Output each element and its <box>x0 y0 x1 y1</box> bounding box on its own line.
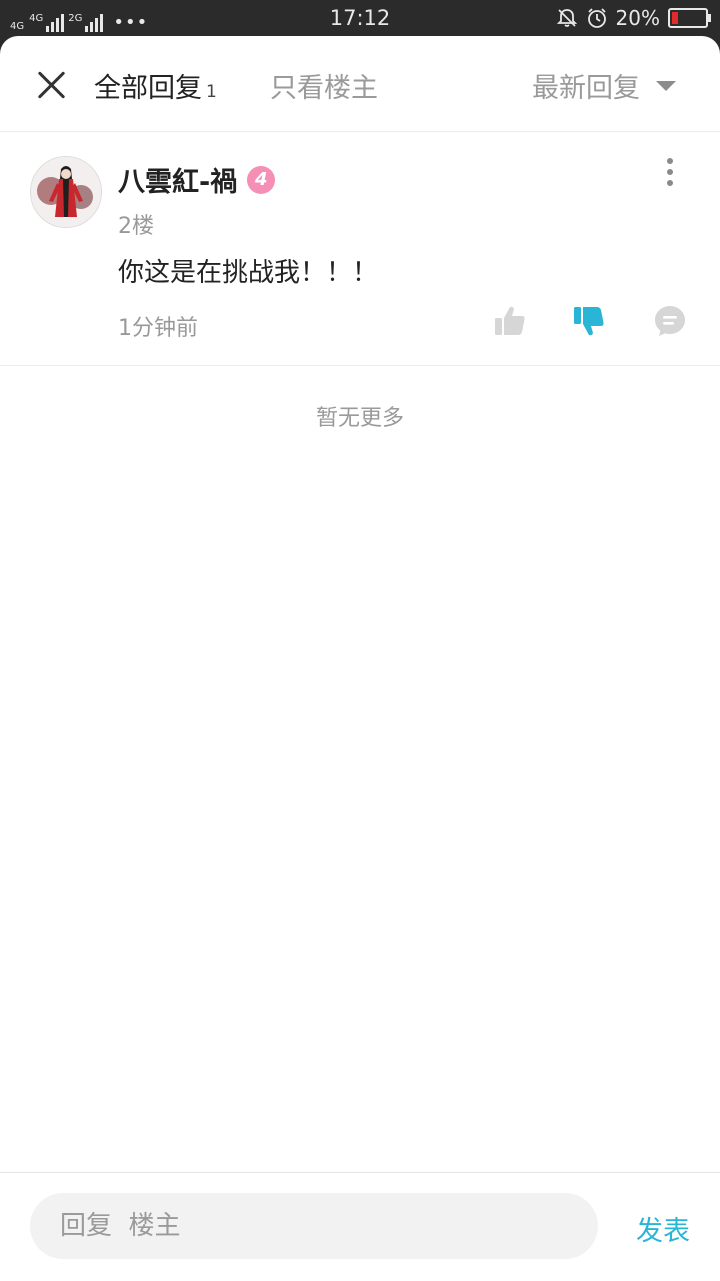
avatar[interactable] <box>30 156 102 228</box>
sheet-header: 全部回复 1 只看楼主 最新回复 <box>0 36 720 132</box>
close-icon[interactable] <box>36 69 68 101</box>
tab-all-label: 全部回复 <box>94 73 202 104</box>
reply-sheet: 全部回复 1 只看楼主 最新回复 八雲紅-禍 4 2楼 你这是在挑战我！！！ 1… <box>0 36 720 1281</box>
avatar-image <box>31 157 101 227</box>
sort-label: 最新回复 <box>532 73 640 104</box>
battery-percent: 20% <box>615 6 660 30</box>
status-bar: 4G 4G 2G ••• 17:12 20% <box>0 0 720 38</box>
comment-text: 你这是在挑战我！！！ <box>118 258 379 288</box>
thumbs-up-icon[interactable] <box>493 304 527 338</box>
floor-number: 2楼 <box>118 214 154 239</box>
tab-owner-only[interactable]: 只看楼主 <box>270 66 378 105</box>
sort-dropdown[interactable]: 最新回复 <box>532 66 676 105</box>
reply-input[interactable] <box>30 1193 598 1259</box>
status-right: 20% <box>556 6 711 30</box>
send-button[interactable]: 发表 <box>636 1209 690 1248</box>
no-more-text: 暂无更多 <box>315 406 404 431</box>
battery-icon <box>668 8 711 28</box>
level-badge: 4 <box>247 165 276 194</box>
comment-icon[interactable] <box>653 304 687 338</box>
username-text: 八雲紅-禍 <box>118 167 238 198</box>
tab-all-count: 1 <box>206 82 217 102</box>
chevron-down-icon <box>656 80 676 91</box>
mute-icon <box>556 9 577 27</box>
username[interactable]: 八雲紅-禍 4 <box>118 160 276 199</box>
battery-level <box>672 12 678 24</box>
reply-composer: 发表 <box>0 1172 720 1281</box>
alarm-icon <box>587 8 606 28</box>
more-icon[interactable] <box>664 158 676 190</box>
thumbs-down-icon[interactable] <box>572 304 606 338</box>
comment-item: 八雲紅-禍 4 2楼 你这是在挑战我！！！ 1分钟前 <box>0 132 720 366</box>
comment-time: 1分钟前 <box>118 316 198 341</box>
tab-all-replies[interactable]: 全部回复 1 <box>94 66 217 105</box>
